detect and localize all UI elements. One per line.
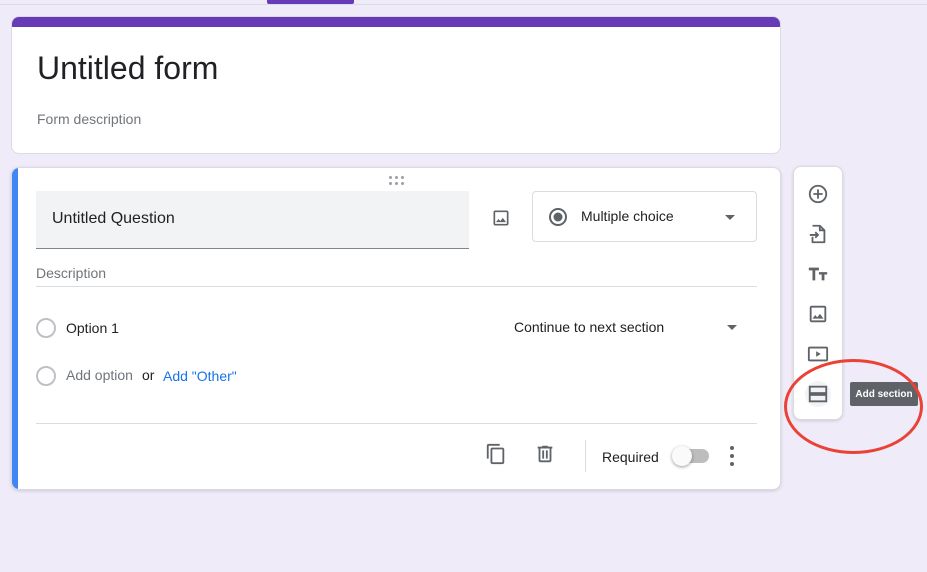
or-text: or <box>142 367 155 383</box>
toggle-thumb <box>672 446 692 466</box>
video-icon <box>807 346 829 362</box>
question-title-text: Untitled Question <box>52 210 175 227</box>
header-divider <box>0 4 927 5</box>
question-type-dropdown[interactable]: Multiple choice <box>532 191 757 242</box>
section-icon <box>808 385 828 403</box>
question-description-field[interactable]: Description <box>36 265 106 281</box>
radio-checked-icon <box>549 208 567 226</box>
trash-icon <box>537 445 553 463</box>
question-card-accent <box>12 168 18 489</box>
option-1-input[interactable]: Option 1 <box>66 320 119 336</box>
add-circle-icon <box>808 184 828 204</box>
form-title-card[interactable]: Untitled form Form description <box>11 16 781 154</box>
required-toggle[interactable] <box>672 446 709 466</box>
more-options-icon[interactable] <box>722 444 742 468</box>
required-label: Required <box>602 449 659 465</box>
add-section-tooltip: Add section <box>850 382 918 406</box>
add-question-button[interactable] <box>805 181 831 207</box>
chevron-down-icon <box>725 215 735 220</box>
add-title-button[interactable] <box>805 261 831 287</box>
footer-divider <box>36 423 757 424</box>
option-radio-icon <box>36 318 56 338</box>
import-icon <box>809 224 826 244</box>
add-video-button[interactable] <box>805 341 831 367</box>
side-toolbar <box>793 166 843 420</box>
go-to-section-dropdown[interactable]: Continue to next section <box>514 319 664 335</box>
question-title-input[interactable]: Untitled Question <box>36 191 469 249</box>
title-card-accent <box>12 17 780 27</box>
add-image-tool-button[interactable] <box>805 301 831 327</box>
add-section-button[interactable] <box>805 381 831 407</box>
description-underline <box>36 286 757 287</box>
footer-separator <box>585 440 586 472</box>
add-other-link[interactable]: Add "Other" <box>163 368 237 384</box>
question-card[interactable]: Untitled Question Multiple choice Descri… <box>11 167 781 490</box>
import-questions-button[interactable] <box>805 221 831 247</box>
image-icon <box>493 210 509 226</box>
title-text-icon <box>808 267 828 281</box>
copy-icon <box>486 443 505 465</box>
add-option-radio-icon <box>36 366 56 386</box>
form-title[interactable]: Untitled form <box>37 50 218 87</box>
image-icon <box>809 305 827 323</box>
add-image-button[interactable] <box>487 204 515 232</box>
duplicate-button[interactable] <box>485 443 509 467</box>
chevron-down-icon[interactable] <box>727 325 737 330</box>
question-type-label: Multiple choice <box>581 208 674 224</box>
add-option-button[interactable]: Add option <box>66 367 133 383</box>
delete-button[interactable] <box>534 443 558 467</box>
form-description-field[interactable]: Form description <box>37 111 141 127</box>
drag-handle-icon[interactable] <box>389 176 405 186</box>
